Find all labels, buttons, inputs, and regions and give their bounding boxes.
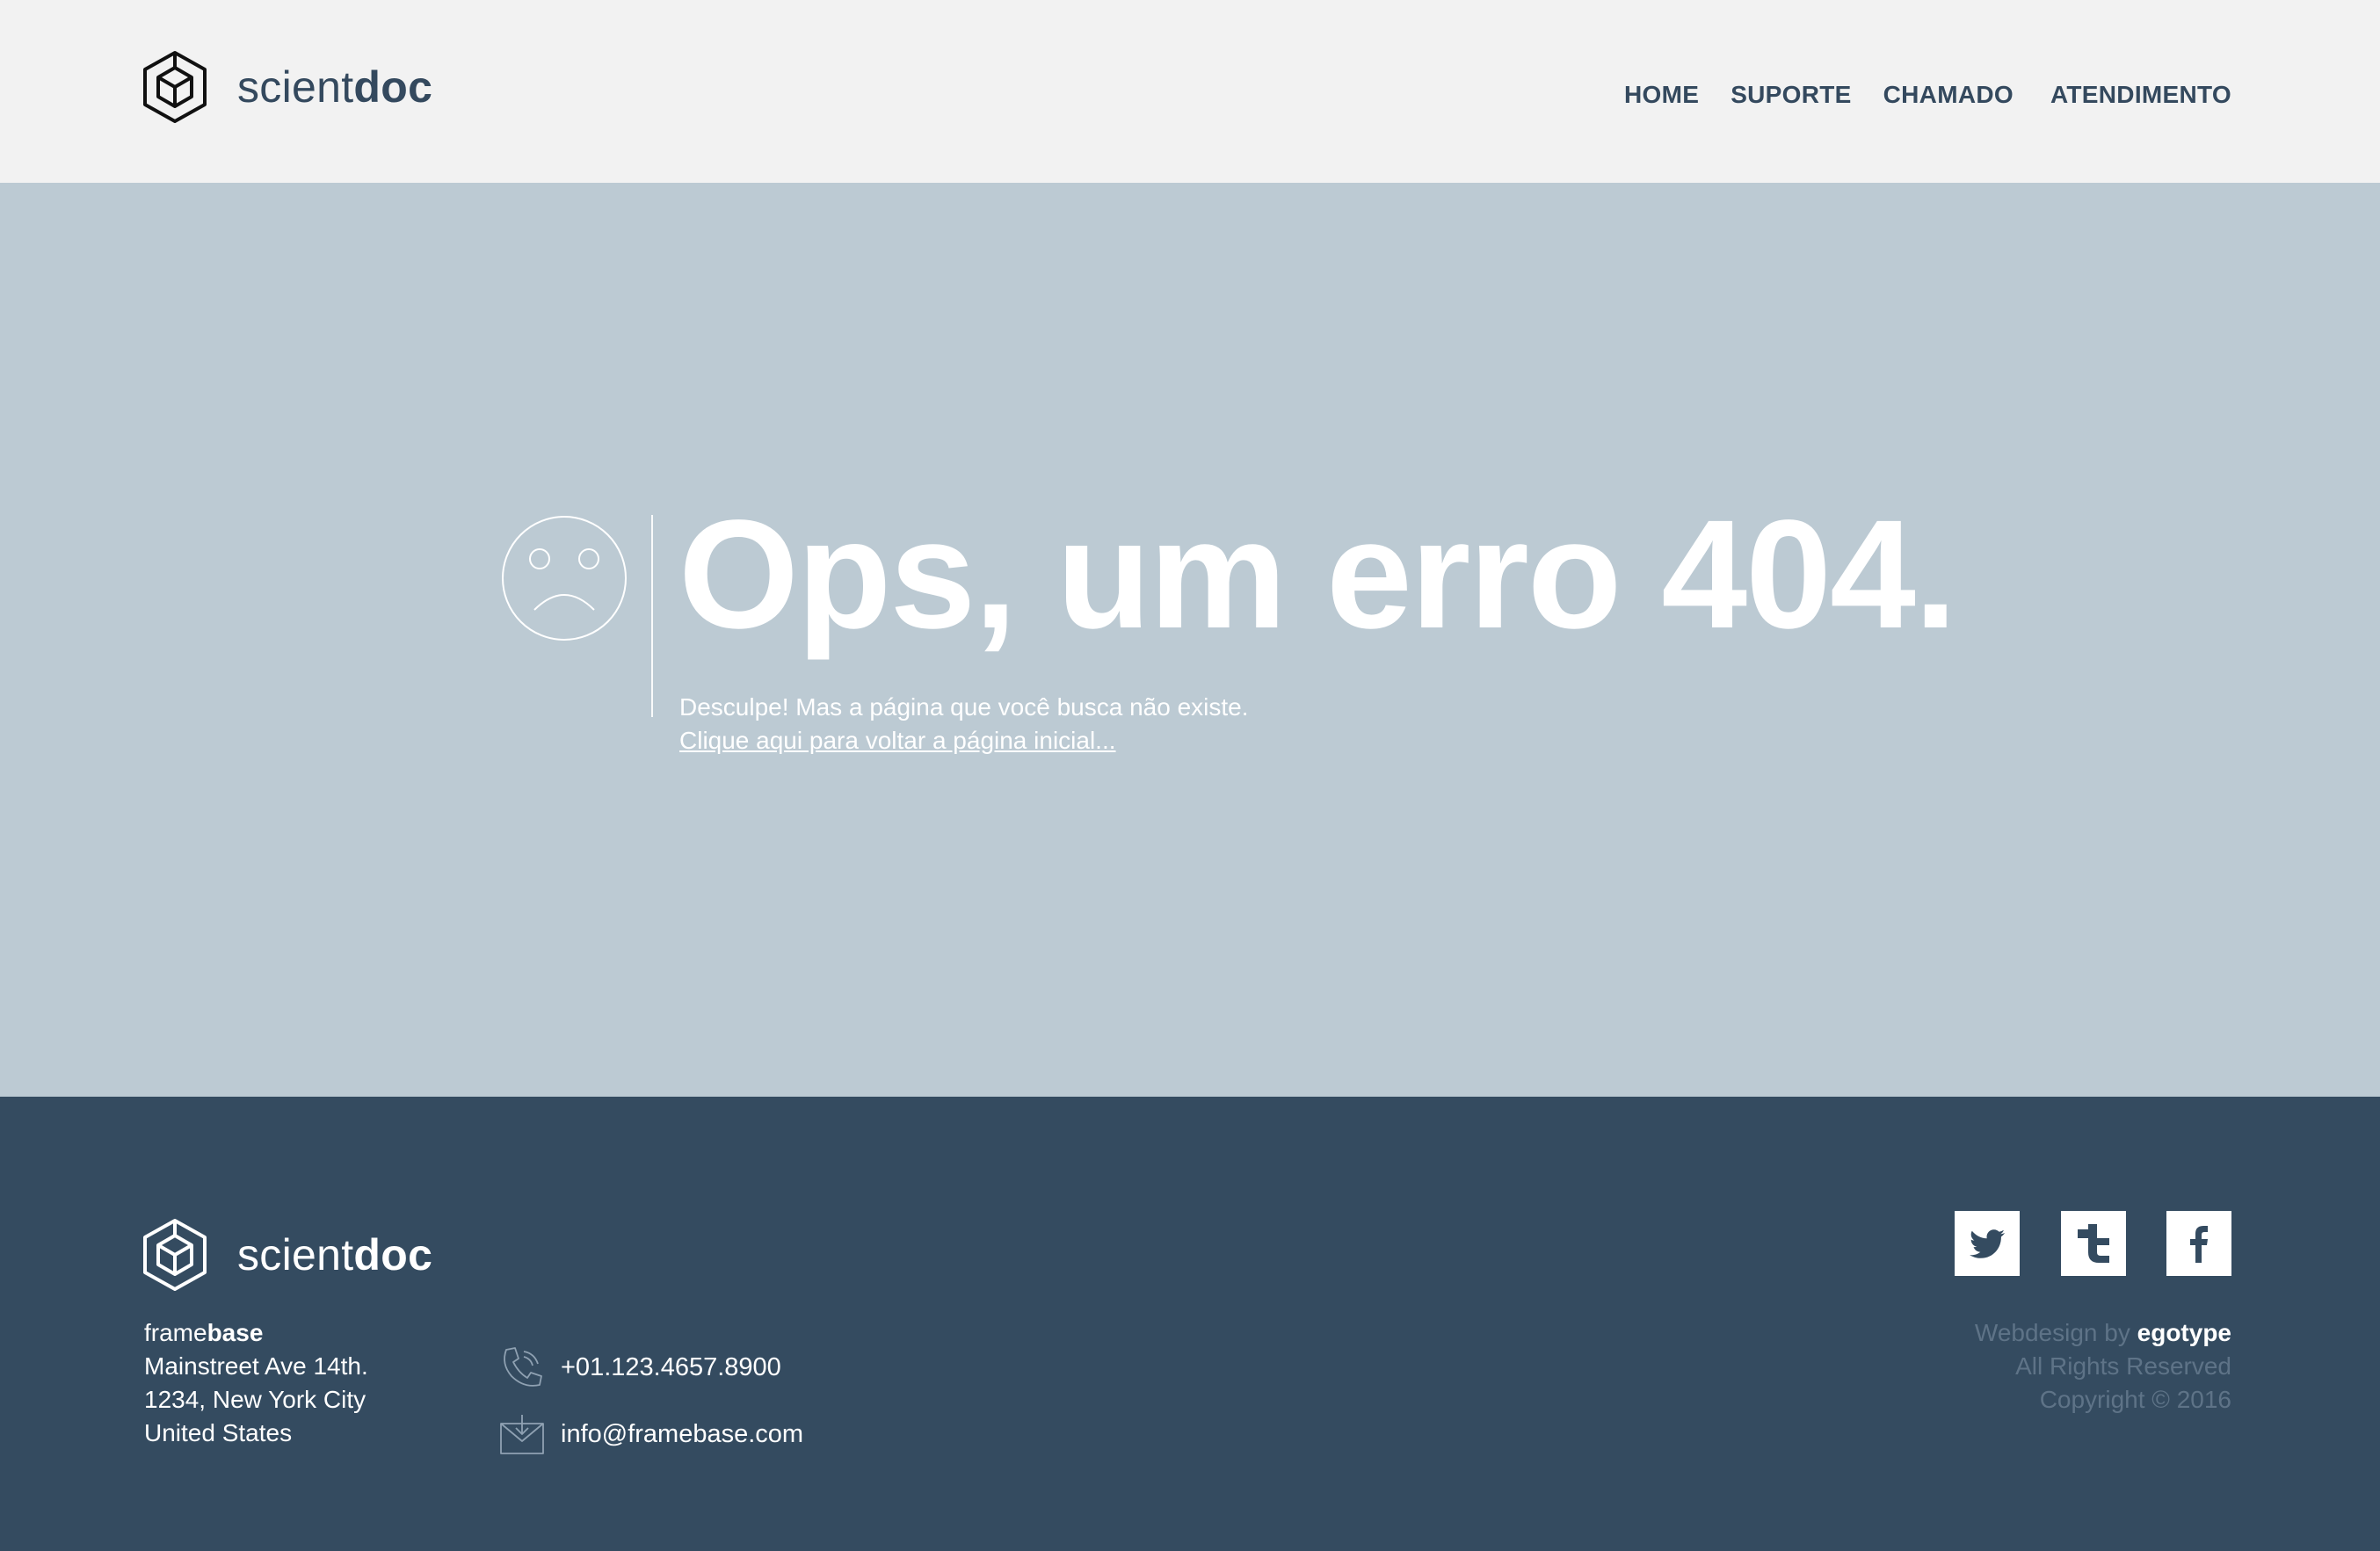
facebook-icon: [2190, 1226, 2208, 1263]
nav-item-chamado[interactable]: CHAMADO: [1883, 77, 2014, 112]
site-footer: scientdoc framebase Mainstreet Ave 14th.…: [0, 1097, 2380, 1551]
sad-face-icon: [502, 516, 627, 641]
cube-logo-icon: [143, 51, 207, 123]
contact-email: info@framebase.com: [499, 1411, 803, 1457]
error-hero: Ops, um erro 404. Desculpe! Mas a página…: [0, 183, 2380, 1097]
address-country: United States: [144, 1419, 293, 1446]
logo-text: scientdoc: [237, 1230, 433, 1279]
error-title: Ops, um erro 404.: [678, 489, 1957, 661]
nav-item-home[interactable]: HOME: [1624, 77, 1699, 112]
header-logo[interactable]: scientdoc: [142, 50, 432, 124]
company-address: framebase Mainstreet Ave 14th. 1234, New…: [144, 1316, 368, 1450]
social-facebook-button[interactable]: [2166, 1211, 2231, 1276]
nav-item-suporte[interactable]: SUPORTE: [1731, 77, 1851, 112]
site-credits: Webdesign by egotype All Rights Reserved…: [1975, 1316, 2231, 1417]
cube-logo-icon: [143, 1219, 207, 1291]
contact-phone: +01.123.4657.8900: [499, 1344, 781, 1390]
company-name: framebase: [144, 1319, 264, 1346]
tumblr-icon: [2078, 1224, 2109, 1263]
webdesign-credit: Webdesign by egotype: [1974, 1319, 2231, 1346]
address-city: 1234, New York City: [144, 1386, 366, 1413]
site-header: scientdoc HOME SUPORTE CHAMADO ATENDIMEN…: [0, 0, 2380, 183]
rights-text: All Rights Reserved: [2015, 1352, 2231, 1380]
nav-item-atendimento[interactable]: ATENDIMENTO: [2050, 77, 2231, 112]
mail-icon: [500, 1415, 544, 1454]
twitter-icon: [1970, 1229, 2005, 1258]
email-address[interactable]: info@framebase.com: [561, 1420, 803, 1449]
designer-link[interactable]: egotype: [2137, 1319, 2231, 1346]
logo-text: scientdoc: [237, 62, 433, 112]
address-street: Mainstreet Ave 14th.: [144, 1352, 368, 1380]
main-nav: HOME SUPORTE CHAMADO ATENDIMENTO: [1624, 77, 2231, 112]
back-home-link[interactable]: Clique aqui para voltar a página inicial…: [679, 724, 1116, 757]
error-message: Desculpe! Mas a página que você busca nã…: [679, 693, 1249, 721]
hero-divider: [651, 515, 653, 717]
copyright-text: Copyright © 2016: [2039, 1386, 2231, 1413]
footer-logo[interactable]: scientdoc: [142, 1218, 432, 1292]
phone-number[interactable]: +01.123.4657.8900: [561, 1353, 781, 1382]
phone-icon: [504, 1347, 542, 1387]
social-tumblr-button[interactable]: [2061, 1211, 2126, 1276]
social-twitter-button[interactable]: [1955, 1211, 2020, 1276]
